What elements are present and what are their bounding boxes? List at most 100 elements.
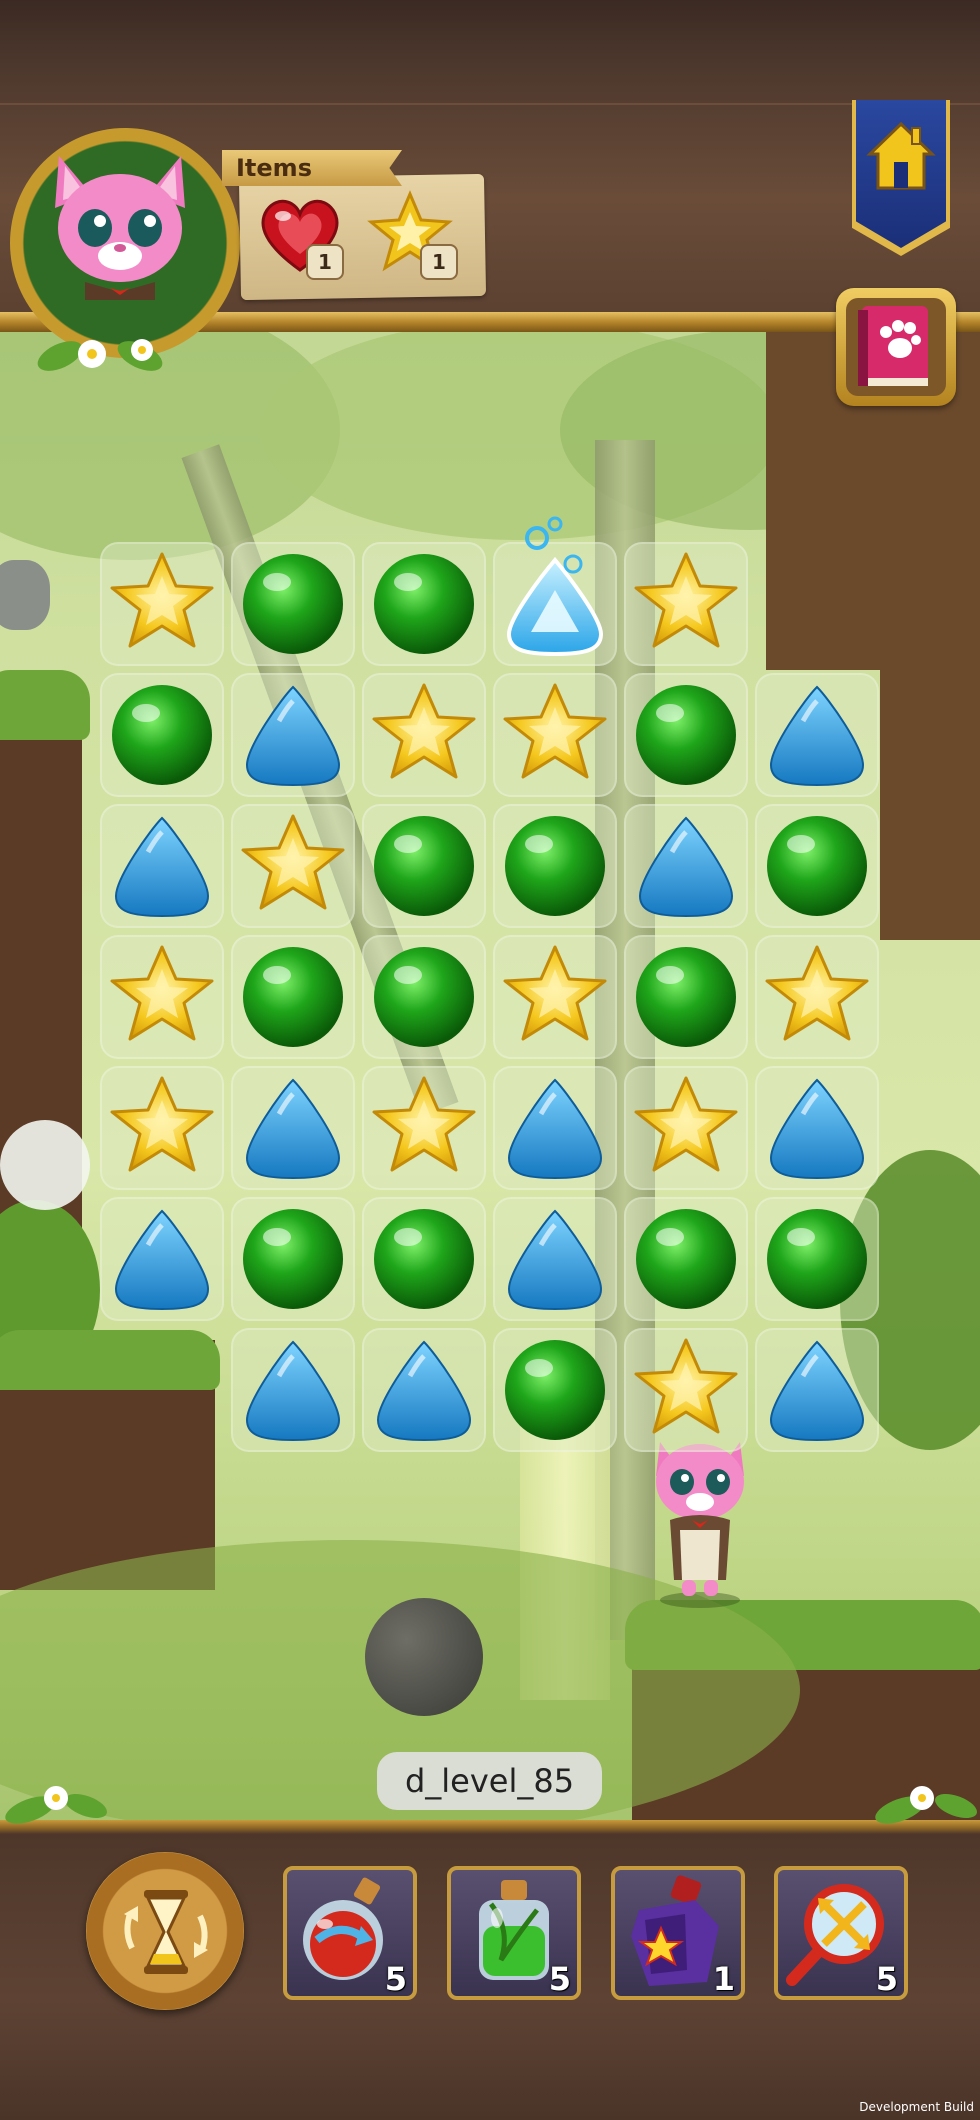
- board-cell[interactable]: [755, 673, 879, 797]
- board-cell[interactable]: [624, 1328, 748, 1452]
- yellow-star-gem: [110, 552, 214, 648]
- green-orb-gem: [112, 685, 212, 785]
- blue-drop-gem: [245, 685, 341, 787]
- home-icon: [866, 121, 936, 190]
- bottom-daisy-right: [875, 1786, 977, 1824]
- blue-drop-gem: [638, 816, 734, 918]
- board-cell[interactable]: [493, 516, 617, 666]
- board-cell[interactable]: [493, 673, 617, 797]
- heart-count-badge: 1: [306, 244, 344, 280]
- stone-statue: [0, 560, 50, 630]
- board-cell[interactable]: [755, 1066, 879, 1190]
- board-cell[interactable]: [100, 673, 224, 797]
- green-orb-gem: [243, 1209, 343, 1309]
- board-cell[interactable]: [362, 673, 486, 797]
- blue-drop-gem: [376, 1340, 472, 1442]
- board-cell[interactable]: [755, 1197, 879, 1321]
- board-cell[interactable]: [624, 804, 748, 928]
- shuffle-hourglass-icon: [124, 1890, 208, 1974]
- paw-book-icon: [858, 306, 928, 386]
- yellow-star-gem: [503, 945, 607, 1041]
- yellow-star-gem: [241, 814, 345, 910]
- booster-count: 5: [875, 1960, 898, 1998]
- booster-swap-potion[interactable]: 5: [283, 1866, 417, 2000]
- board-cell[interactable]: [493, 1328, 617, 1452]
- blue-drop-gem: [769, 1078, 865, 1180]
- yellow-star-gem: [765, 945, 869, 1041]
- booster-magnifier[interactable]: 5: [774, 1866, 908, 2000]
- yellow-star-gem: [372, 1076, 476, 1172]
- board-cell[interactable]: [362, 542, 486, 666]
- board-cell[interactable]: [100, 804, 224, 928]
- green-orb-gem: [505, 1340, 605, 1440]
- board-cell[interactable]: [624, 673, 748, 797]
- star-count-badge: 1: [420, 244, 458, 280]
- yellow-star-gem: [634, 1076, 738, 1172]
- daisy-decoration: [37, 339, 163, 371]
- board-cell[interactable]: [100, 542, 224, 666]
- board-cell[interactable]: [100, 1197, 224, 1321]
- board-cell[interactable]: [493, 935, 617, 1059]
- board-cell[interactable]: [362, 1197, 486, 1321]
- booster-count: 5: [548, 1960, 571, 1998]
- green-orb-gem: [636, 1209, 736, 1309]
- board-cell[interactable]: [624, 935, 748, 1059]
- green-orb-gem: [243, 554, 343, 654]
- green-orb-gem: [374, 554, 474, 654]
- blue-drop-gem: [507, 1078, 603, 1180]
- board-cell[interactable]: [362, 804, 486, 928]
- board-cell[interactable]: [493, 1066, 617, 1190]
- kitty-character: [656, 1442, 744, 1608]
- green-orb-gem: [374, 816, 474, 916]
- board-cell[interactable]: [231, 542, 355, 666]
- board-cell[interactable]: [100, 1066, 224, 1190]
- blue-drop-gem: [114, 816, 210, 918]
- booster-count: 1: [712, 1960, 735, 1998]
- booster-count: 5: [384, 1960, 407, 1998]
- board-cell[interactable]: [231, 1066, 355, 1190]
- board-cell[interactable]: [755, 935, 879, 1059]
- booster-bomb-bottle[interactable]: 1: [611, 1866, 745, 2000]
- board-cell[interactable]: [231, 673, 355, 797]
- yellow-star-gem: [110, 945, 214, 1041]
- board-cell[interactable]: [493, 804, 617, 928]
- yellow-star-gem: [634, 552, 738, 648]
- board-cell[interactable]: [231, 1328, 355, 1452]
- match3-board[interactable]: [100, 516, 890, 1452]
- yellow-star-gem: [503, 683, 607, 779]
- level-label: d_level_85: [377, 1752, 602, 1810]
- board-cell[interactable]: [231, 1197, 355, 1321]
- green-orb-gem: [374, 1209, 474, 1309]
- booster-vine-potion[interactable]: 5: [447, 1866, 581, 2000]
- yellow-star-gem: [634, 1338, 738, 1434]
- blue-drop-gem: [769, 1340, 865, 1442]
- blue-bubble-drop-gem: [506, 516, 604, 657]
- board-cell[interactable]: [624, 542, 748, 666]
- green-orb-gem: [505, 816, 605, 916]
- board-cell[interactable]: [100, 935, 224, 1059]
- cat-portrait-icon: [55, 156, 185, 300]
- board-cell[interactable]: [755, 1328, 879, 1452]
- board-cell[interactable]: [624, 1066, 748, 1190]
- board-cell[interactable]: [362, 935, 486, 1059]
- board-cell[interactable]: [493, 1197, 617, 1321]
- green-orb-gem: [767, 816, 867, 916]
- green-orb-gem: [374, 947, 474, 1047]
- boulder: [365, 1598, 483, 1716]
- board-cell[interactable]: [362, 1066, 486, 1190]
- blue-drop-gem: [769, 685, 865, 787]
- green-orb-gem: [636, 685, 736, 785]
- yellow-star-gem: [372, 683, 476, 779]
- green-orb-gem: [636, 947, 736, 1047]
- board-cell[interactable]: [231, 935, 355, 1059]
- yellow-star-gem: [110, 1076, 214, 1172]
- bottom-daisy-left: [5, 1786, 107, 1824]
- board-cell[interactable]: [624, 1197, 748, 1321]
- board-cell[interactable]: [231, 804, 355, 928]
- dev-build-label: Development Build: [859, 2100, 974, 2114]
- blue-drop-gem: [245, 1078, 341, 1180]
- blue-drop-gem: [507, 1209, 603, 1311]
- board-cell[interactable]: [755, 804, 879, 928]
- items-found-label: Items found:: [222, 150, 402, 186]
- board-cell[interactable]: [362, 1328, 486, 1452]
